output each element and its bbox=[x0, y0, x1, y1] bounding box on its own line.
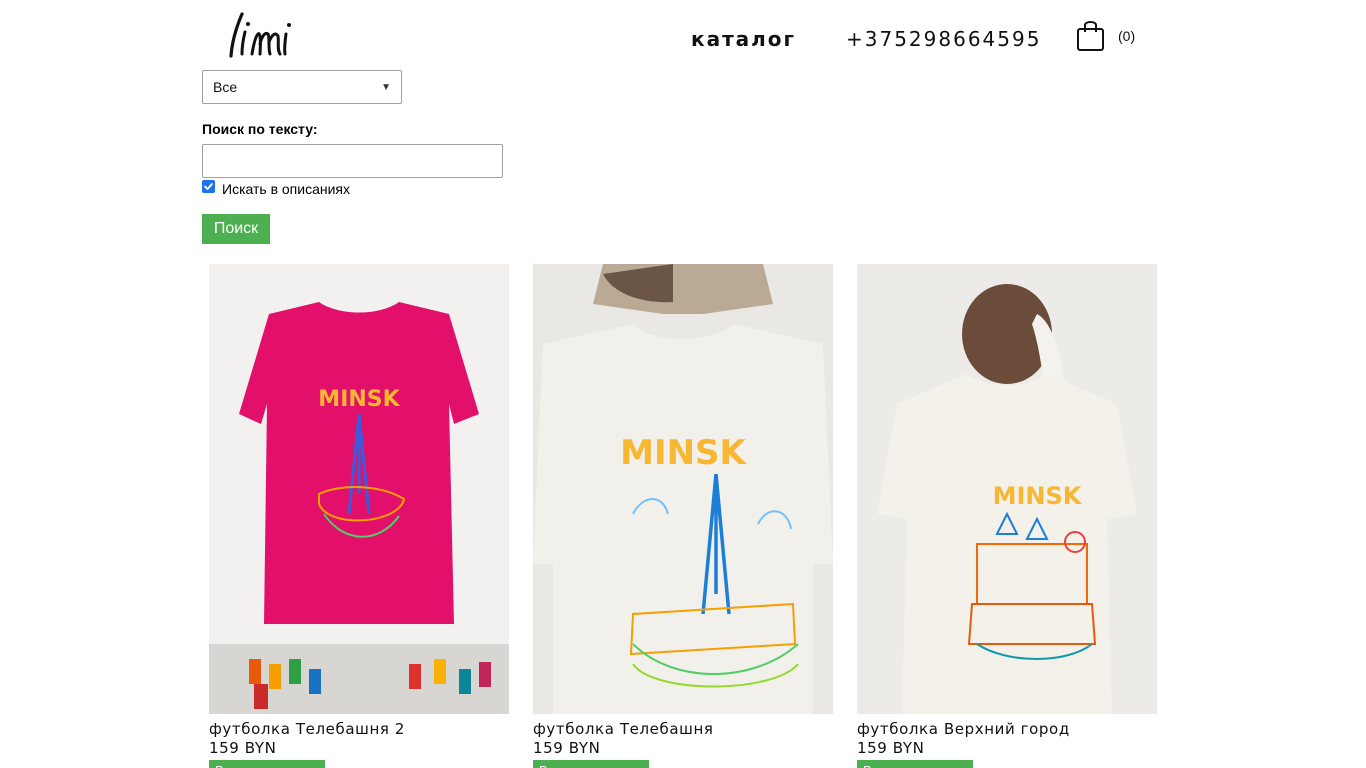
search-descriptions-label[interactable]: Искать в описаниях bbox=[222, 181, 350, 197]
limi-logo-icon bbox=[229, 12, 291, 58]
product-card: MINSK футболка Телебашня 159 BYN В корзи… bbox=[533, 264, 833, 768]
page: каталог +375298664595 (0) Все ▼ Поиск по… bbox=[0, 0, 1366, 768]
cart-bag-icon[interactable] bbox=[1076, 18, 1106, 52]
product-price: 159 BYN bbox=[857, 739, 925, 757]
svg-text:MINSK: MINSK bbox=[318, 387, 400, 412]
product-card: MINSK футболка Телебашня 2 159 BYN bbox=[209, 264, 509, 768]
product-name[interactable]: футболка Телебашня bbox=[533, 721, 833, 737]
phone-number[interactable]: +375298664595 bbox=[846, 27, 1041, 51]
checkmark-icon bbox=[204, 183, 213, 190]
add-to-cart-button[interactable]: В корзину bbox=[209, 760, 325, 768]
chevron-down-icon: ▼ bbox=[381, 81, 391, 93]
product-image[interactable]: MINSK bbox=[533, 264, 833, 714]
site-logo[interactable] bbox=[228, 10, 308, 60]
category-select[interactable]: Все ▼ bbox=[202, 70, 402, 104]
search-button[interactable]: Поиск bbox=[202, 214, 270, 244]
cart-count[interactable]: (0) bbox=[1118, 28, 1135, 44]
product-name[interactable]: футболка Верхний город bbox=[857, 721, 1157, 737]
product-price: 159 BYN bbox=[533, 739, 601, 757]
search-label: Поиск по тексту: bbox=[202, 121, 318, 137]
product-price: 159 BYN bbox=[209, 739, 277, 757]
nav-catalog-link[interactable]: каталог bbox=[691, 27, 796, 51]
product-card: MINSK футболка Верхний город 159 BYN В к… bbox=[857, 264, 1157, 768]
product-image[interactable]: MINSK bbox=[857, 264, 1157, 714]
product-image[interactable]: MINSK bbox=[209, 264, 509, 714]
product-name[interactable]: футболка Телебашня 2 bbox=[209, 721, 509, 737]
search-input[interactable] bbox=[202, 144, 503, 178]
category-selected-value: Все bbox=[213, 79, 238, 95]
add-to-cart-button[interactable]: В корзину bbox=[857, 760, 973, 768]
svg-text:MINSK: MINSK bbox=[620, 433, 747, 473]
svg-text:MINSK: MINSK bbox=[993, 482, 1083, 510]
add-to-cart-button[interactable]: В корзину bbox=[533, 760, 649, 768]
search-descriptions-checkbox[interactable] bbox=[202, 180, 215, 193]
